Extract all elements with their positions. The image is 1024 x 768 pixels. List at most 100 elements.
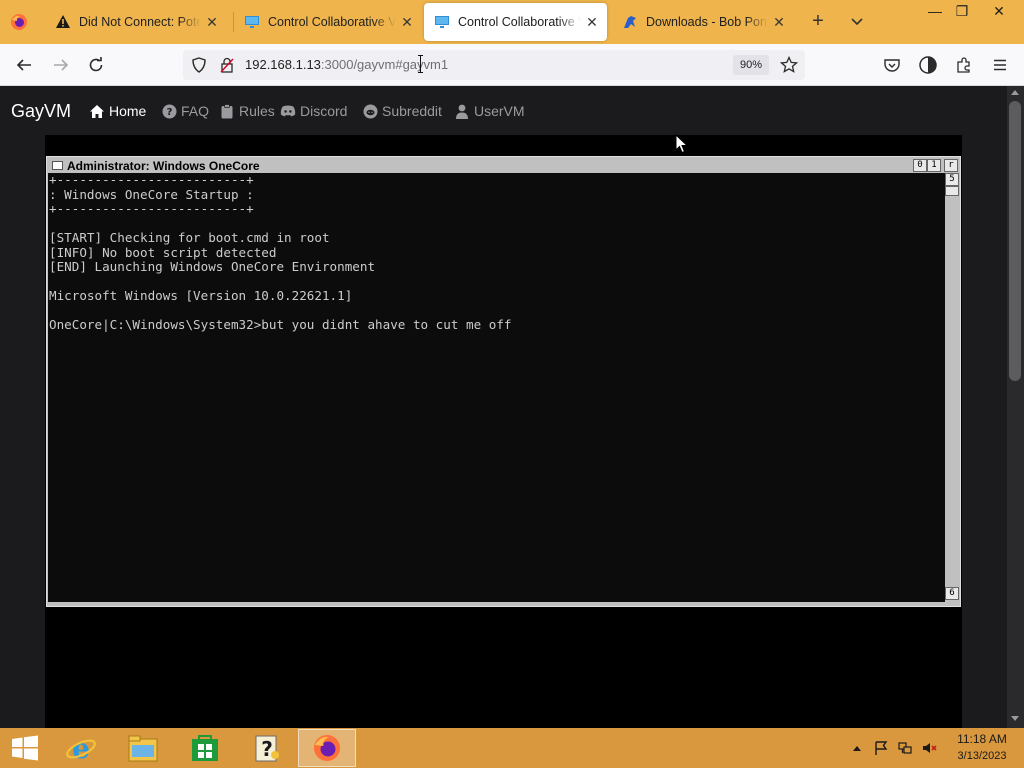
page-scroll-thumb[interactable] xyxy=(1009,101,1021,381)
tab-title: Control Collaborative Virtual Machines xyxy=(268,15,396,29)
tab-title: Control Collaborative Virtual Machines xyxy=(458,15,581,29)
taskbar-internet-explorer[interactable]: e xyxy=(52,729,110,767)
forward-button[interactable] xyxy=(49,53,73,77)
system-clock[interactable]: 11:18 AM 3/13/2023 xyxy=(942,732,1022,764)
system-menu-icon[interactable] xyxy=(52,161,63,170)
tab-close-button[interactable]: ✕ xyxy=(772,14,786,31)
new-tab-button[interactable]: + xyxy=(808,11,828,33)
tab-downloads-bob-pony[interactable]: Downloads - Bob Pony ✕ xyxy=(612,3,794,41)
volume-muted-icon[interactable] xyxy=(921,740,937,756)
console-line: +-------------------------+ xyxy=(49,173,254,187)
web-page: GayVM Home ? FAQ Rules Discord Subreddit… xyxy=(0,86,1007,728)
tab-control-vm-2[interactable]: Control Collaborative Virtual Machines ✕ xyxy=(424,3,607,41)
windows-logo-icon xyxy=(12,735,38,761)
console-scrollbar[interactable]: 5 6 xyxy=(945,173,959,602)
user-icon xyxy=(454,103,470,119)
action-center-flag-icon[interactable] xyxy=(873,740,889,756)
nav-home[interactable]: Home xyxy=(89,103,146,119)
close-window-button[interactable]: ✕ xyxy=(982,2,1016,22)
taskbar-file-explorer[interactable] xyxy=(114,729,172,767)
bobpony-icon xyxy=(622,14,638,30)
insecure-lock-icon[interactable] xyxy=(219,57,235,73)
puzzle-icon xyxy=(957,57,970,73)
taskbar-store[interactable] xyxy=(176,729,234,767)
network-icon[interactable] xyxy=(897,740,913,756)
nav-subreddit[interactable]: Subreddit xyxy=(362,103,442,119)
nav-label: Discord xyxy=(300,103,348,119)
vm-screen[interactable]: Administrator: Windows OneCore 0 1 r +--… xyxy=(45,135,962,728)
nav-label: Subreddit xyxy=(382,103,442,119)
tab-strip: Did Not Connect: Potential Security Issu… xyxy=(0,0,1024,44)
account-icon xyxy=(919,56,937,74)
tab-title: Did Not Connect: Potential Security Issu… xyxy=(79,15,201,29)
store-icon xyxy=(192,735,218,761)
app-menu-button[interactable] xyxy=(988,53,1012,77)
scroll-up-button[interactable]: 5 xyxy=(945,173,959,186)
console-line: [END] Launching Windows OneCore Environm… xyxy=(49,259,376,274)
svg-text:e: e xyxy=(72,732,90,764)
console-minimize-button[interactable]: 0 xyxy=(913,159,927,172)
star-icon[interactable] xyxy=(780,56,798,74)
console-output[interactable]: +-------------------------+ : Windows On… xyxy=(48,173,945,602)
start-button[interactable] xyxy=(0,728,50,768)
nav-uservm[interactable]: UserVM xyxy=(454,103,525,119)
console-titlebar[interactable]: Administrator: Windows OneCore 0 1 r xyxy=(49,158,958,173)
zoom-badge[interactable]: 90% xyxy=(733,55,769,75)
monitor-icon xyxy=(244,14,260,30)
navigation-toolbar: 192.168.1.13:3000/gayvm#gayvm1 90% xyxy=(0,44,1024,86)
scroll-up-arrow-icon[interactable] xyxy=(1011,90,1019,95)
console-prompt-line: OneCore|C:\Windows\System32>but you didn… xyxy=(49,317,512,332)
tab-close-button[interactable]: ✕ xyxy=(585,14,599,31)
console-window[interactable]: Administrator: Windows OneCore 0 1 r +--… xyxy=(46,156,961,607)
firefox-icon xyxy=(314,735,340,761)
folder-icon xyxy=(128,735,158,762)
pocket-button[interactable] xyxy=(880,53,904,77)
account-button[interactable] xyxy=(916,53,940,77)
firefox-menu-icon[interactable] xyxy=(9,12,29,32)
nav-discord[interactable]: Discord xyxy=(280,103,347,119)
nav-faq[interactable]: ? FAQ xyxy=(161,103,209,119)
show-hidden-icons-icon[interactable] xyxy=(849,740,865,756)
chevron-down-icon[interactable] xyxy=(848,13,866,31)
console-title: Administrator: Windows OneCore xyxy=(67,159,260,173)
tab-close-button[interactable]: ✕ xyxy=(400,14,414,31)
shield-icon[interactable] xyxy=(191,57,207,73)
page-scrollbar[interactable] xyxy=(1007,86,1024,728)
tab-control-vm-1[interactable]: Control Collaborative Virtual Machines ✕ xyxy=(234,3,422,41)
taskbar: e ? 11:18 AM 3/13/2023 xyxy=(0,728,1024,768)
console-close-button[interactable]: r xyxy=(944,159,958,172)
extensions-button[interactable] xyxy=(952,53,976,77)
tab-close-button[interactable]: ✕ xyxy=(205,14,219,31)
scroll-thumb[interactable] xyxy=(945,186,959,196)
help-icon: ? xyxy=(255,735,279,762)
monitor-icon xyxy=(434,14,450,30)
console-maximize-button[interactable]: 1 xyxy=(927,159,941,172)
svg-text:?: ? xyxy=(261,737,273,761)
arrow-left-icon xyxy=(16,59,31,71)
home-icon xyxy=(89,103,105,119)
discord-icon xyxy=(280,103,296,119)
scroll-down-arrow-icon[interactable] xyxy=(1011,716,1019,721)
nav-label: Rules xyxy=(239,103,275,119)
reload-icon xyxy=(89,57,103,72)
svg-text:?: ? xyxy=(166,107,172,118)
console-line: +-------------------------+ xyxy=(49,201,254,216)
site-brand[interactable]: GayVM xyxy=(11,101,71,122)
taskbar-help[interactable]: ? xyxy=(238,729,296,767)
back-button[interactable] xyxy=(12,53,36,77)
clock-date: 3/13/2023 xyxy=(957,750,1007,762)
pocket-icon xyxy=(884,59,900,72)
tab-title: Downloads - Bob Pony xyxy=(646,15,768,29)
console-line: Microsoft Windows [Version 10.0.22621.1] xyxy=(49,288,353,303)
taskbar-firefox[interactable] xyxy=(298,729,356,767)
url-bar[interactable]: 192.168.1.13:3000/gayvm#gayvm1 90% xyxy=(183,50,805,80)
reload-button[interactable] xyxy=(84,53,108,77)
tab-did-not-connect[interactable]: Did Not Connect: Potential Security Issu… xyxy=(45,3,227,41)
scroll-down-button[interactable]: 6 xyxy=(945,587,959,600)
question-icon: ? xyxy=(161,103,177,119)
nav-label: UserVM xyxy=(474,103,525,119)
maximize-button[interactable]: ❐ xyxy=(945,2,979,22)
nav-rules[interactable]: Rules xyxy=(219,103,275,119)
